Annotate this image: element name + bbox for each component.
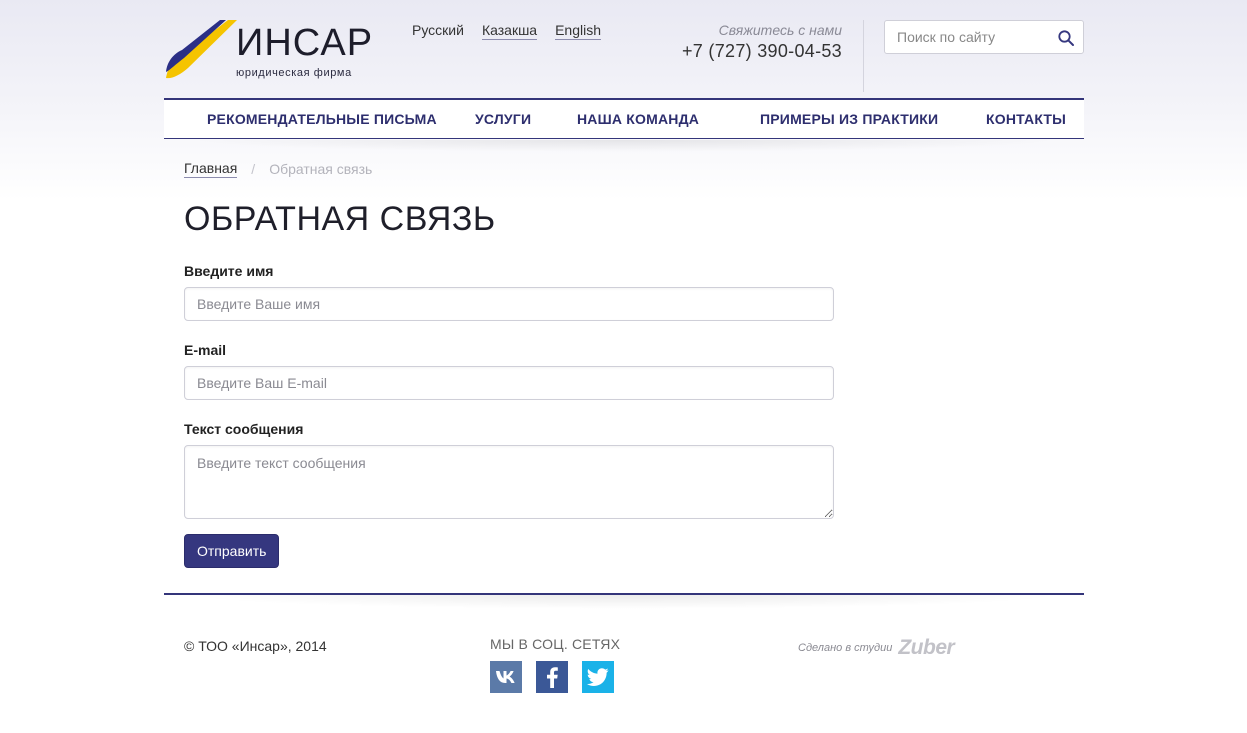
lang-russian[interactable]: Русский — [412, 22, 464, 40]
nav-item-contacts[interactable]: КОНТАКТЫ — [986, 111, 1066, 127]
logo-mark-icon — [166, 20, 237, 79]
nav-item-services[interactable]: УСЛУГИ — [475, 111, 531, 127]
nav-shadow — [184, 140, 1064, 152]
breadcrumb-separator: / — [251, 161, 256, 177]
search-box — [884, 20, 1084, 54]
email-label: E-mail — [184, 342, 227, 358]
email-group: E-mail — [184, 342, 834, 400]
main-nav: РЕКОМЕНДАТЕЛЬНЫЕ ПИСЬМА УСЛУГИ НАША КОМА… — [164, 98, 1084, 139]
email-input[interactable] — [184, 366, 834, 400]
studio-text: Сделано в студии — [798, 642, 893, 654]
breadcrumb-current: Обратная связь — [269, 161, 373, 177]
submit-button[interactable]: Отправить — [184, 534, 280, 568]
message-textarea[interactable] — [184, 445, 834, 519]
social-links — [490, 661, 614, 693]
name-label: Введите имя — [184, 263, 274, 279]
contact-label: Свяжитесь с нами — [718, 22, 842, 38]
feedback-form: Введите имя E-mail Текст сообщения Отпра… — [184, 263, 834, 568]
message-group: Текст сообщения — [184, 421, 834, 519]
studio-logo: Zuber — [898, 636, 955, 659]
page-container: ИНСАР юридическая фирма Русский Казакша … — [164, 0, 1084, 693]
twitter-icon[interactable] — [582, 661, 614, 693]
nav-item-recommendations[interactable]: РЕКОМЕНДАТЕЛЬНЫЕ ПИСЬМА — [207, 111, 437, 127]
search-input[interactable] — [885, 21, 1050, 53]
name-input[interactable] — [184, 287, 834, 321]
breadcrumb-home[interactable]: Главная — [184, 160, 238, 178]
studio-credit[interactable]: Сделано в студии Zuber — [798, 636, 955, 660]
page-title: ОБРАТНАЯ СВЯЗЬ — [184, 200, 496, 238]
name-group: Введите имя — [184, 263, 834, 321]
facebook-icon[interactable] — [536, 661, 568, 693]
search-icon[interactable] — [1057, 29, 1075, 47]
main-content: Главная / Обратная связь ОБРАТНАЯ СВЯЗЬ … — [184, 160, 834, 568]
logo-name: ИНСАР — [236, 22, 374, 64]
nav-item-team[interactable]: НАША КОМАНДА — [577, 111, 699, 127]
footer-shadow — [184, 595, 1064, 609]
contact-block: Свяжитесь с нами +7 (727) 390-04-53 — [682, 22, 842, 62]
logo-subtitle: юридическая фирма — [236, 67, 352, 79]
header-divider — [863, 20, 864, 92]
contact-phone[interactable]: +7 (727) 390-04-53 — [682, 41, 842, 62]
lang-english[interactable]: English — [555, 22, 602, 40]
footer-copyright: © ТОО «Инсар», 2014 — [184, 638, 327, 654]
header: ИНСАР юридическая фирма Русский Казакша … — [164, 0, 1084, 98]
language-switcher: Русский Казакша English — [412, 22, 602, 40]
lang-kazakh[interactable]: Казакша — [481, 22, 538, 40]
nav-item-cases[interactable]: ПРИМЕРЫ ИЗ ПРАКТИКИ — [760, 111, 938, 127]
social-title: МЫ В СОЦ. СЕТЯХ — [490, 636, 621, 652]
message-label: Текст сообщения — [184, 421, 304, 437]
breadcrumb: Главная / Обратная связь — [184, 160, 834, 178]
logo[interactable]: ИНСАР юридическая фирма — [164, 18, 374, 82]
vk-icon[interactable] — [490, 661, 522, 693]
